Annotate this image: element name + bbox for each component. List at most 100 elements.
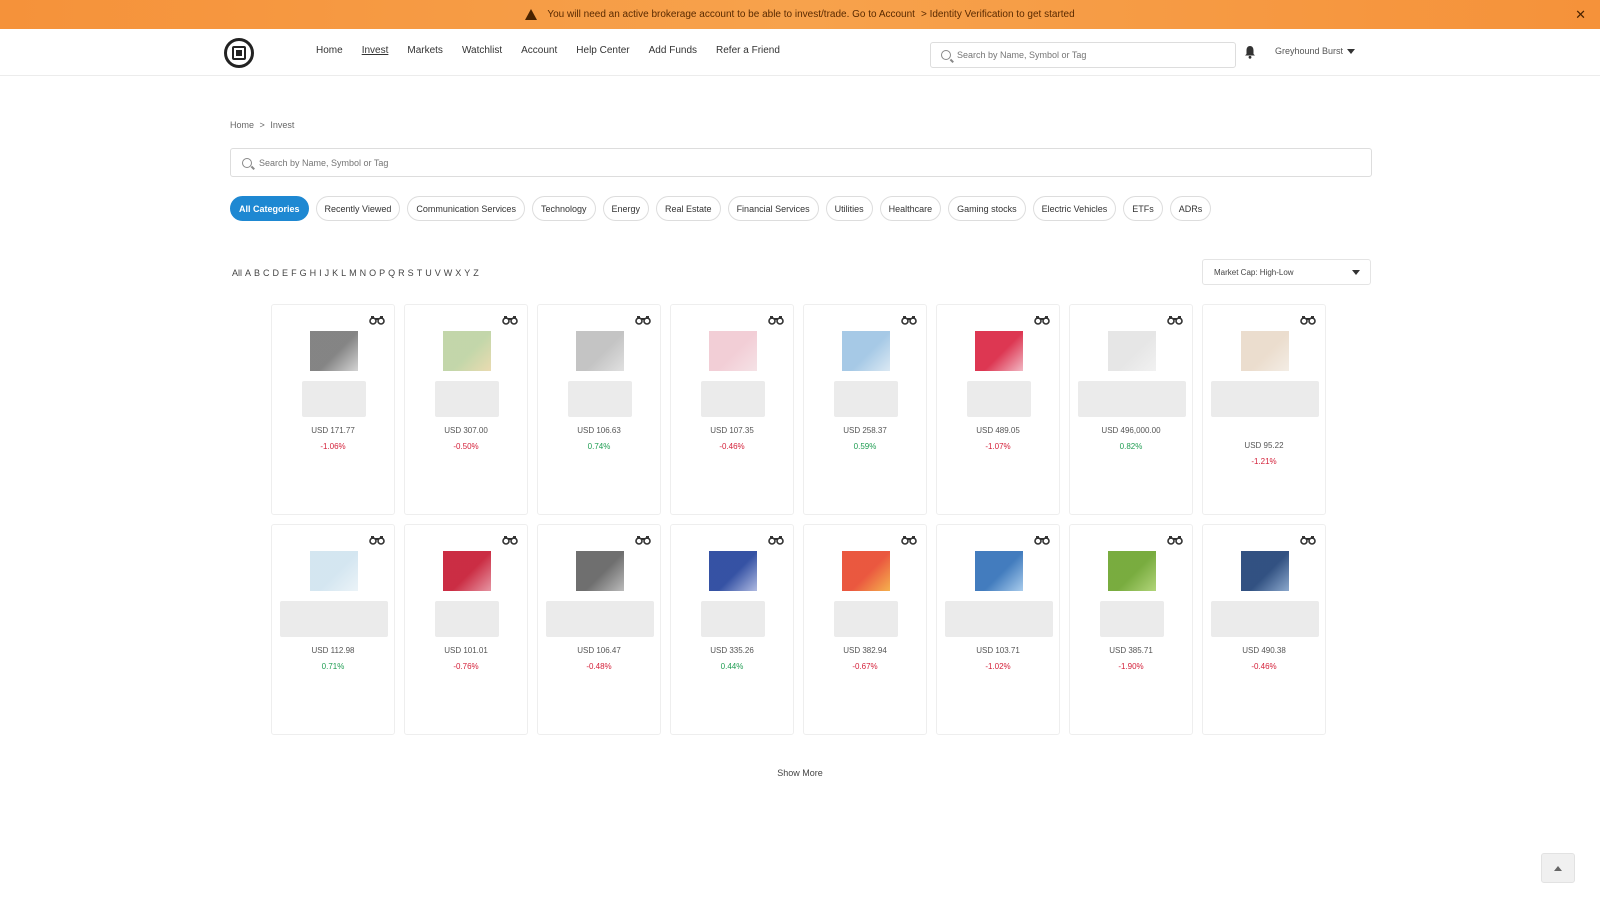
binoculars-icon[interactable]: [901, 315, 917, 325]
company-name-placeholder: [1078, 381, 1186, 417]
stock-card[interactable]: USD 258.37 0.59%: [803, 304, 927, 515]
user-menu[interactable]: Greyhound Burst: [1275, 46, 1356, 56]
nav-item-account[interactable]: Account: [521, 45, 557, 56]
alphabet-letter[interactable]: L: [341, 268, 346, 278]
company-logo: [709, 331, 757, 371]
stock-card[interactable]: USD 106.47 -0.48%: [537, 524, 661, 735]
category-chip[interactable]: Healthcare: [879, 196, 942, 221]
alphabet-letter[interactable]: D: [273, 268, 280, 278]
stock-card[interactable]: USD 496,000.00 0.82%: [1069, 304, 1193, 515]
alphabet-letter[interactable]: Q: [388, 268, 395, 278]
binoculars-icon[interactable]: [502, 315, 518, 325]
stock-card[interactable]: USD 382.94 -0.67%: [803, 524, 927, 735]
alphabet-letter[interactable]: O: [369, 268, 376, 278]
stock-card[interactable]: USD 171.77 -1.06%: [271, 304, 395, 515]
show-more-button[interactable]: Show More: [0, 768, 1600, 778]
stock-card[interactable]: USD 106.63 0.74%: [537, 304, 661, 515]
nav-item-markets[interactable]: Markets: [407, 45, 443, 56]
alphabet-letter[interactable]: S: [408, 268, 414, 278]
stock-card[interactable]: USD 489.05 -1.07%: [936, 304, 1060, 515]
category-chip[interactable]: Communication Services: [407, 196, 525, 221]
main-search-input[interactable]: [259, 157, 1259, 168]
category-chip[interactable]: ETFs: [1123, 196, 1163, 221]
alphabet-letter[interactable]: B: [254, 268, 260, 278]
header-search-input[interactable]: [957, 50, 1217, 60]
binoculars-icon[interactable]: [768, 315, 784, 325]
breadcrumb-home[interactable]: Home: [230, 120, 254, 130]
alphabet-letter[interactable]: H: [310, 268, 317, 278]
header-search[interactable]: [930, 42, 1236, 68]
main-search[interactable]: [230, 148, 1372, 177]
alphabet-letter[interactable]: N: [360, 268, 367, 278]
alphabet-letter[interactable]: W: [444, 268, 453, 278]
close-icon[interactable]: ✕: [1575, 7, 1586, 23]
category-chip[interactable]: Technology: [531, 196, 596, 221]
binoculars-icon[interactable]: [1300, 535, 1316, 545]
binoculars-icon[interactable]: [502, 535, 518, 545]
alphabet-letter[interactable]: F: [291, 268, 297, 278]
alphabet-letter[interactable]: C: [263, 268, 270, 278]
nav-item-refer-a-friend[interactable]: Refer a Friend: [716, 45, 780, 56]
category-chip[interactable]: Utilities: [825, 196, 873, 221]
alphabet-letter[interactable]: K: [332, 268, 338, 278]
binoculars-icon[interactable]: [369, 535, 385, 545]
bell-icon[interactable]: [1244, 45, 1256, 59]
alphabet-letter[interactable]: P: [379, 268, 385, 278]
binoculars-icon[interactable]: [635, 535, 651, 545]
company-name-placeholder: [1100, 601, 1164, 637]
nav-item-invest[interactable]: Invest: [362, 45, 389, 56]
binoculars-icon[interactable]: [1167, 315, 1183, 325]
banner-link[interactable]: > Identity Verification to get started: [921, 9, 1075, 20]
stock-card[interactable]: USD 490.38 -0.46%: [1202, 524, 1326, 735]
stock-price: USD 107.35: [710, 426, 754, 435]
alphabet-letter[interactable]: A: [245, 268, 251, 278]
binoculars-icon[interactable]: [1034, 535, 1050, 545]
breadcrumb-current: Invest: [270, 120, 295, 130]
alphabet-letter[interactable]: All: [232, 268, 242, 278]
stock-card[interactable]: USD 112.98 0.71%: [271, 524, 395, 735]
binoculars-icon[interactable]: [635, 315, 651, 325]
alphabet-letter[interactable]: V: [435, 268, 441, 278]
binoculars-icon[interactable]: [901, 535, 917, 545]
alphabet-letter[interactable]: Z: [473, 268, 479, 278]
alphabet-letter[interactable]: I: [319, 268, 322, 278]
nav-item-watchlist[interactable]: Watchlist: [462, 45, 502, 56]
stock-price: USD 335.26: [710, 646, 754, 655]
stock-card[interactable]: USD 335.26 0.44%: [670, 524, 794, 735]
stock-card[interactable]: USD 385.71 -1.90%: [1069, 524, 1193, 735]
logo[interactable]: [224, 38, 254, 68]
nav-item-home[interactable]: Home: [316, 45, 343, 56]
alphabet-letter[interactable]: T: [417, 268, 423, 278]
stock-card[interactable]: USD 103.71 -1.02%: [936, 524, 1060, 735]
stock-card[interactable]: USD 101.01 -0.76%: [404, 524, 528, 735]
category-chip[interactable]: All Categories: [230, 196, 309, 221]
nav-item-add-funds[interactable]: Add Funds: [649, 45, 697, 56]
category-chip[interactable]: Gaming stocks: [948, 196, 1026, 221]
stock-card[interactable]: USD 95.22 -1.21%: [1202, 304, 1326, 515]
category-chip[interactable]: Financial Services: [727, 196, 819, 221]
alphabet-letter[interactable]: M: [349, 268, 357, 278]
nav-item-help-center[interactable]: Help Center: [576, 45, 629, 56]
binoculars-icon[interactable]: [1167, 535, 1183, 545]
sort-dropdown[interactable]: Market Cap: High-Low: [1202, 259, 1371, 285]
stock-card[interactable]: USD 107.35 -0.46%: [670, 304, 794, 515]
binoculars-icon[interactable]: [768, 535, 784, 545]
alphabet-letter[interactable]: Y: [464, 268, 470, 278]
category-chip[interactable]: Electric Vehicles: [1032, 196, 1117, 221]
binoculars-icon[interactable]: [1034, 315, 1050, 325]
alphabet-letter[interactable]: X: [455, 268, 461, 278]
binoculars-icon[interactable]: [1300, 315, 1316, 325]
scroll-to-top-button[interactable]: [1541, 853, 1575, 883]
category-chip[interactable]: Recently Viewed: [315, 196, 401, 221]
category-chip[interactable]: ADRs: [1169, 196, 1212, 221]
alphabet-letter[interactable]: J: [325, 268, 330, 278]
alphabet-letter[interactable]: G: [300, 268, 307, 278]
category-chip[interactable]: Real Estate: [656, 196, 721, 221]
binoculars-icon[interactable]: [369, 315, 385, 325]
alphabet-letter[interactable]: E: [282, 268, 288, 278]
alphabet-letter[interactable]: U: [425, 268, 432, 278]
stock-card[interactable]: USD 307.00 -0.50%: [404, 304, 528, 515]
sort-selected: Market Cap: High-Low: [1214, 267, 1294, 277]
category-chip[interactable]: Energy: [602, 196, 650, 221]
alphabet-letter[interactable]: R: [398, 268, 405, 278]
